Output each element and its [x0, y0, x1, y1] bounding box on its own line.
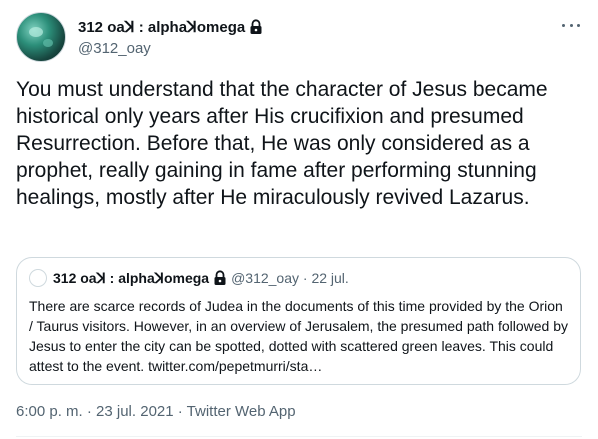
- divider: [16, 436, 582, 437]
- tweet-text: You must understand that the character o…: [16, 78, 548, 209]
- author-name-row: 312 oaꓘ : alphaꓘomega: [78, 18, 263, 36]
- quoted-tweet[interactable]: 312 oaꓘ : alphaꓘomega @312_oay · 22 jul.…: [16, 257, 581, 385]
- author-display-name[interactable]: 312 oaꓘ : alphaꓘomega: [78, 18, 245, 36]
- quoted-tweet-meta: @312_oay · 22 jul.: [231, 270, 349, 286]
- author-avatar[interactable]: [16, 12, 66, 62]
- more-icon[interactable]: [562, 22, 580, 28]
- quoted-author-display-name: 312 oaꓘ : alphaꓘomega: [53, 269, 210, 286]
- quoted-tweet-text: There are scarce records of Judea in the…: [29, 298, 568, 374]
- tweet-timestamp[interactable]: 6:00 p. m. · 23 jul. 2021 · Twitter Web …: [16, 403, 296, 420]
- tweet-header: 312 oaꓘ : alphaꓘomega @312_oay: [16, 10, 582, 66]
- author-handle[interactable]: @312_oay: [78, 40, 151, 57]
- quoted-tweet-header: 312 oaꓘ : alphaꓘomega @312_oay · 22 jul.: [29, 269, 349, 287]
- quoted-author-avatar: [29, 269, 47, 287]
- lock-icon: [249, 19, 263, 35]
- lock-icon: [213, 270, 227, 286]
